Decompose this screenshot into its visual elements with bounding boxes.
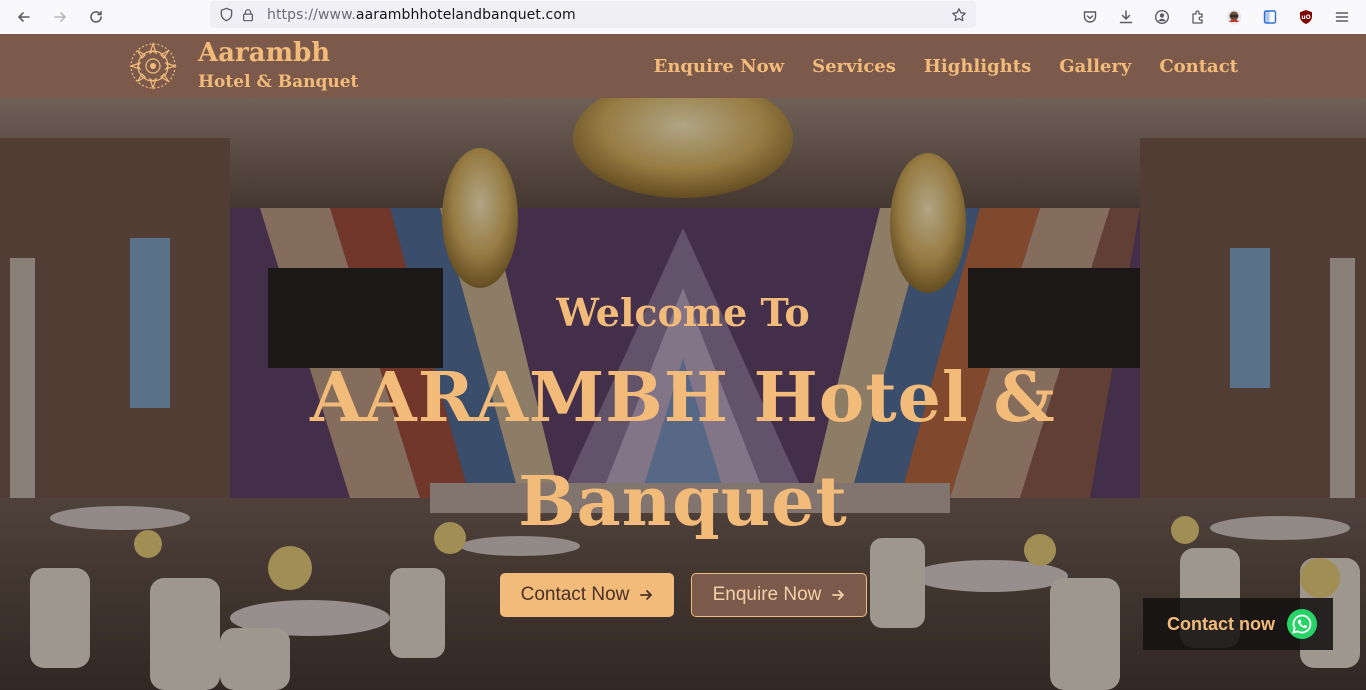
contact-now-label: Contact Now	[520, 584, 630, 605]
url-domain: aarambhhotelandbanquet.com	[355, 6, 576, 23]
forward-arrow-icon	[54, 12, 66, 22]
nav-services[interactable]: Services	[812, 56, 896, 77]
url-protocol: https://www.	[267, 6, 356, 23]
enquire-now-button[interactable]: Enquire Now	[691, 573, 867, 617]
enquire-now-label: Enquire Now	[712, 584, 822, 605]
brand-name[interactable]: Aarambh	[198, 38, 330, 68]
whatsapp-icon	[1287, 609, 1317, 639]
mandala-logo-icon[interactable]	[128, 41, 178, 91]
nav-gallery[interactable]: Gallery	[1059, 56, 1131, 77]
bookmark-star-icon[interactable]	[948, 4, 970, 26]
nav-enquire-now[interactable]: Enquire Now	[654, 56, 784, 77]
nav-highlights[interactable]: Highlights	[924, 56, 1031, 77]
nav-contact[interactable]: Contact	[1159, 56, 1238, 77]
arrow-right-icon	[640, 590, 653, 600]
browser-toolbar: https://www.aarambhhotelandbanquet.com u…	[0, 0, 1366, 34]
lock-icon[interactable]	[237, 4, 259, 26]
reload-button[interactable]	[78, 0, 114, 34]
pocket-icon[interactable]	[1072, 0, 1108, 34]
brand-subtitle[interactable]: Hotel & Banquet	[198, 72, 358, 92]
hero-welcome-text: Welcome To	[556, 290, 810, 335]
forward-button[interactable]	[42, 0, 78, 34]
tracking-protection-icon[interactable]	[215, 4, 237, 26]
back-button[interactable]	[6, 0, 42, 34]
toolbar-actions: uO	[1072, 0, 1366, 34]
svg-text:uO: uO	[1301, 14, 1310, 21]
url-text[interactable]: https://www.aarambhhotelandbanquet.com	[267, 7, 576, 23]
hero-title: AARAMBH Hotel & Banquet	[310, 358, 1056, 542]
main-nav: Enquire Now Services Highlights Gallery …	[654, 34, 1238, 98]
reload-icon	[90, 10, 102, 23]
back-arrow-icon	[18, 12, 30, 22]
menu-icon[interactable]	[1324, 0, 1360, 34]
extension-avatar-icon[interactable]	[1216, 0, 1252, 34]
downloads-icon[interactable]	[1108, 0, 1144, 34]
extensions-icon[interactable]	[1180, 0, 1216, 34]
contact-now-button[interactable]: Contact Now	[500, 573, 674, 617]
site-header: Aarambh Hotel & Banquet Enquire Now Serv…	[0, 34, 1366, 98]
hero-section: Welcome To AARAMBH Hotel & Banquet Conta…	[0, 98, 1366, 690]
sidebar-toggle-icon[interactable]	[1252, 0, 1288, 34]
account-icon[interactable]	[1144, 0, 1180, 34]
floating-contact-now-button[interactable]: Contact now	[1143, 598, 1333, 650]
ublock-origin-icon[interactable]: uO	[1288, 0, 1324, 34]
arrow-right-icon	[832, 590, 845, 600]
address-bar[interactable]: https://www.aarambhhotelandbanquet.com	[210, 1, 976, 28]
floating-contact-label: Contact now	[1167, 613, 1275, 634]
